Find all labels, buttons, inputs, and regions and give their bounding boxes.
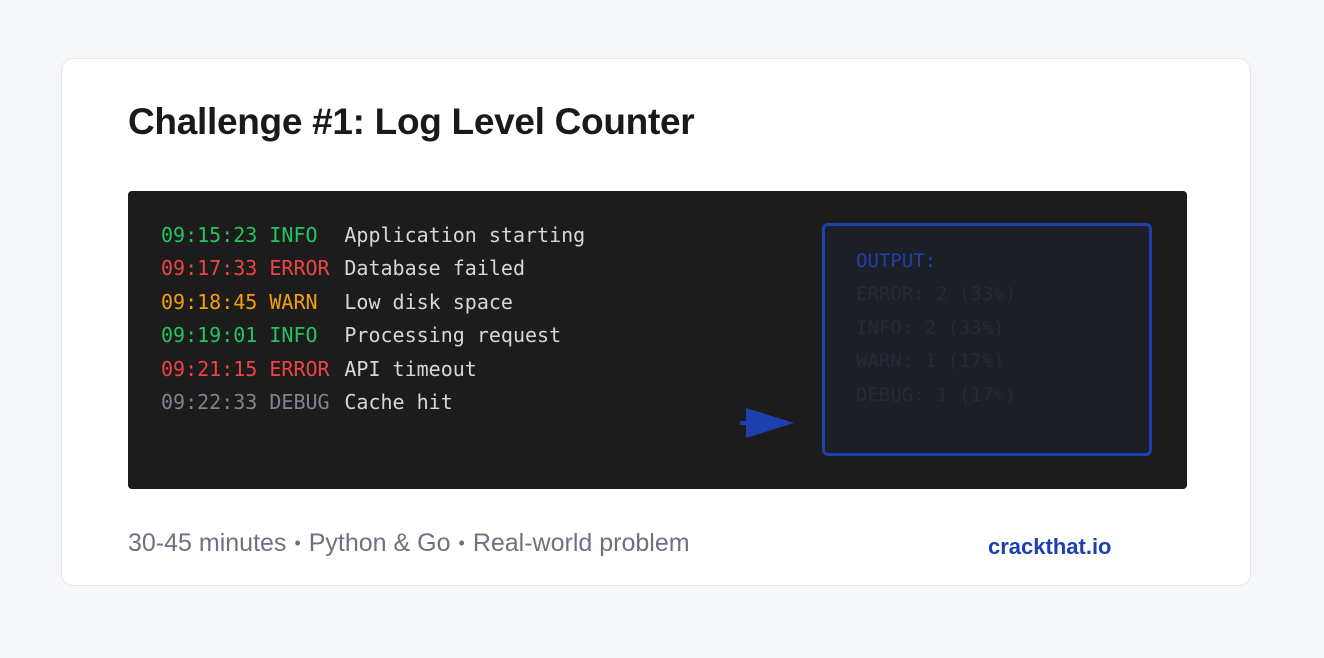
log-time: 09:17:33 [161, 256, 258, 281]
log-level: INFO [269, 323, 318, 348]
output-panel: OUTPUT: ERROR: 2 (33%) INFO: 2 (33%) WAR… [822, 223, 1152, 456]
log-level: ERROR [269, 256, 330, 281]
separator-dot: • [458, 533, 465, 553]
terminal-panel: 09:15:23 INFO Application starting 09:17:… [128, 191, 1187, 489]
log-line: 09:15:23 INFO Application starting [161, 219, 585, 252]
log-message: Low disk space [344, 289, 513, 314]
log-line: 09:22:33 DEBUG Cache hit [161, 386, 585, 419]
output-line: DEBUG: 1 (17%) [856, 383, 1017, 406]
output-line: WARN: 1 (17%) [856, 350, 1005, 373]
log-level: ERROR [269, 356, 330, 381]
log-time: 09:15:23 [161, 223, 258, 247]
separator-dot: • [294, 533, 301, 553]
output-list: OUTPUT: ERROR: 2 (33%) INFO: 2 (33%) WAR… [856, 245, 1016, 412]
problem-type-text: Real-world problem [472, 529, 690, 557]
log-line: 09:21:15 ERROR API timeout [161, 353, 585, 386]
log-list: 09:15:23 INFO Application starting 09:17:… [161, 219, 585, 419]
log-level: INFO [269, 223, 318, 247]
log-time: 09:18:45 [161, 289, 258, 314]
log-message: Database failed [344, 256, 525, 281]
log-message: Application starting [344, 223, 586, 247]
output-title: OUTPUT: [856, 250, 937, 272]
log-message: Processing request [344, 323, 562, 348]
arrow-right-icon [740, 408, 794, 438]
brand-link[interactable]: crackthat.io [988, 534, 1112, 560]
duration-text: 30-45 minutes [128, 529, 287, 557]
log-time: 09:22:33 [161, 390, 258, 415]
log-level: DEBUG [269, 390, 330, 415]
log-line: 09:19:01 INFO Processing request [161, 319, 585, 352]
log-message: Cache hit [344, 390, 453, 415]
log-level: WARN [269, 289, 318, 314]
output-line: ERROR: 2 (33%) [856, 283, 1017, 306]
challenge-meta: 30-45 minutes • Python & Go • Real-world pro… [128, 529, 690, 558]
log-time: 09:19:01 [161, 323, 258, 348]
log-line: 09:18:45 WARN Low disk space [161, 286, 585, 319]
languages-text: Python & Go [308, 529, 451, 557]
challenge-title: Challenge #1: Log Level Counter [128, 101, 695, 142]
challenge-card: Challenge #1: Log Level Counter 09:15:23… [61, 58, 1251, 586]
log-message: API timeout [344, 356, 477, 381]
output-line: INFO: 2 (33%) [856, 316, 1005, 339]
log-line: 09:17:33 ERROR Database failed [161, 252, 585, 285]
log-time: 09:21:15 [161, 356, 258, 381]
